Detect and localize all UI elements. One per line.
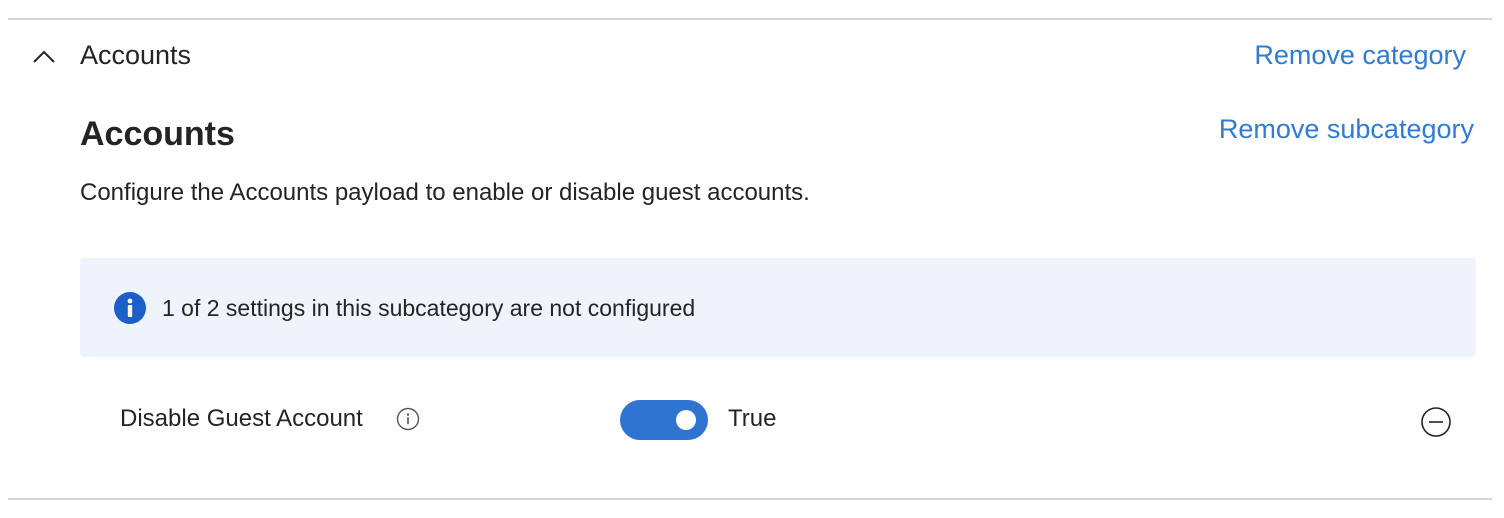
subcategory-description: Configure the Accounts payload to enable… — [80, 179, 810, 206]
info-icon — [114, 292, 146, 324]
info-banner: 1 of 2 settings in this subcategory are … — [80, 258, 1476, 357]
category-title: Accounts — [80, 40, 192, 70]
setting-row: Disable Guest Account True — [80, 388, 1476, 452]
bottom-divider — [8, 498, 1492, 500]
chevron-up-icon[interactable] — [30, 44, 58, 68]
accounts-category-panel: Accounts Remove category Accounts Remove… — [0, 0, 1504, 518]
top-divider — [8, 18, 1492, 20]
remove-category-link[interactable]: Remove category — [1254, 40, 1466, 70]
disable-guest-account-toggle[interactable] — [620, 400, 708, 440]
remove-subcategory-link[interactable]: Remove subcategory — [1219, 114, 1474, 144]
info-outline-icon[interactable] — [396, 407, 420, 431]
toggle-value-label: True — [728, 405, 777, 432]
toggle-knob — [676, 410, 696, 430]
setting-label: Disable Guest Account — [120, 405, 363, 432]
subcategory-title: Accounts — [80, 115, 235, 153]
remove-setting-icon[interactable] — [1420, 406, 1452, 438]
category-header: Accounts Remove category — [28, 32, 1478, 78]
info-banner-text: 1 of 2 settings in this subcategory are … — [162, 295, 696, 321]
